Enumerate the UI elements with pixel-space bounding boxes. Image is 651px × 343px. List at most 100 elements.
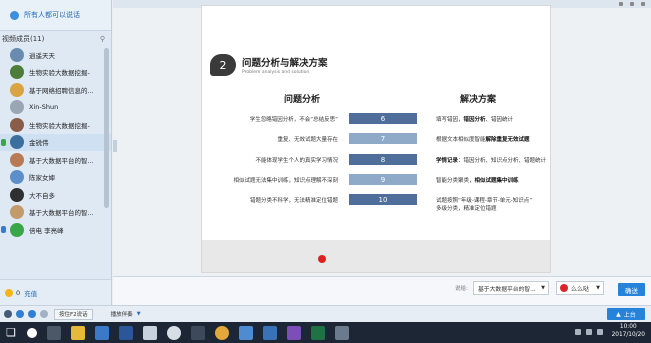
user-avatar[interactable] — [4, 310, 12, 318]
microphone-icon[interactable] — [16, 310, 24, 318]
yy-icon[interactable] — [191, 325, 205, 340]
file-explorer-icon[interactable] — [71, 325, 85, 340]
recharge-link[interactable]: 充值 — [24, 288, 37, 298]
member-item[interactable]: 基于大数据平台的智... — [0, 151, 111, 169]
member-name: 基于大数据平台的智... — [29, 156, 94, 165]
member-name: 生物实验大数据挖掘- — [29, 69, 90, 78]
maximize-icon[interactable] — [630, 2, 634, 6]
chat-target-label: 说给: — [455, 286, 468, 292]
avatar — [10, 47, 24, 62]
member-item[interactable]: 生物实验大数据挖掘- — [0, 116, 111, 134]
solution-text-pre: 智能分类聚类， — [436, 178, 475, 184]
push-to-talk-button[interactable]: 按住F2说话 — [54, 308, 93, 320]
excel-icon[interactable] — [311, 325, 325, 340]
slide-number-badge: 2 — [210, 54, 236, 76]
avatar — [10, 117, 24, 132]
member-name: 大不自多 — [29, 191, 55, 200]
windows-start-icon[interactable]: ❏ — [0, 322, 22, 343]
settings-icon[interactable] — [40, 310, 48, 318]
member-name: 倍电 李亮峰 — [29, 226, 64, 235]
send-button[interactable]: 确送 — [618, 283, 645, 296]
number-bar: 10 — [349, 194, 417, 205]
avatar — [10, 135, 24, 150]
number-bar: 9 — [349, 174, 417, 185]
speaking-icon — [1, 226, 6, 234]
solution-text-post: 、错因统计 — [485, 117, 514, 123]
terminal-icon[interactable] — [335, 325, 349, 340]
solution-text-bold: 解除重复无效试题 — [485, 137, 530, 143]
solution-text-line2: 多级分类，精准定位错题 — [436, 206, 497, 212]
member-list-scrollbar[interactable] — [104, 48, 109, 208]
go-on-stage-button[interactable]: ▲ 上台 — [607, 308, 645, 320]
number-bar: 7 — [349, 133, 417, 144]
avatar — [10, 205, 24, 220]
slide-title: 问题分析与解决方案 — [242, 58, 328, 69]
folder-icon[interactable] — [95, 325, 109, 340]
solution-text: 根据文本相似度智能解除重复无效试题 — [436, 135, 530, 143]
close-icon[interactable] — [641, 2, 645, 6]
slide-subtitle: Problem analysis and solution — [242, 70, 310, 75]
clock-date: 2017/10/20 — [611, 332, 645, 338]
solution-text: 学情记录：错因分析、知识点分析、错题统计 — [436, 156, 546, 164]
solution-text: 试题按照“年级-课程-章节-单元-知识点” 多级分类，精准定位错题 — [436, 196, 532, 212]
search-icon[interactable]: ⚲ — [100, 35, 105, 43]
solution-text-pre: 填写错因， — [436, 117, 464, 123]
problem-text: 重复、无效试题大量存在 — [277, 137, 338, 143]
speaking-notice: 所有人都可以说话 — [0, 0, 111, 30]
member-item[interactable]: 陈家女婶 — [0, 169, 111, 187]
minimize-icon[interactable] — [619, 2, 623, 6]
gift-button[interactable]: 么么哒 ▼ — [556, 281, 604, 295]
speaker-mode-icon — [10, 10, 19, 20]
solution-text-bold: 学情记录 — [436, 158, 459, 164]
member-item[interactable]: 基于大数据平台的智... — [0, 204, 111, 222]
documents-icon[interactable] — [143, 325, 157, 340]
member-item[interactable]: 倍电 李亮峰 — [0, 221, 111, 239]
editor-icon[interactable] — [263, 325, 277, 340]
member-name: 生物实验大数据挖掘- — [29, 121, 90, 130]
volume-icon[interactable] — [597, 329, 603, 335]
avatar — [10, 170, 24, 185]
member-item[interactable]: 金锐伟 — [0, 133, 111, 151]
members-title: 视频成员(11) — [2, 34, 45, 43]
coin-bar: 0 充值 — [0, 279, 111, 305]
word-icon[interactable] — [119, 325, 133, 340]
task-view-icon[interactable] — [47, 325, 61, 340]
flower-icon — [560, 284, 568, 292]
number-bar: 8 — [349, 154, 417, 165]
solution-text: 智能分类聚类，相似试题集中训练 — [436, 176, 519, 184]
speaker-icon[interactable] — [28, 310, 36, 318]
member-item[interactable]: 大不自多 — [0, 186, 111, 204]
main-area: 2 问题分析与解决方案 Problem analysis and solutio… — [113, 0, 651, 305]
python-icon[interactable] — [239, 325, 253, 340]
chevron-down-icon: ▼ — [596, 285, 600, 291]
network-icon[interactable] — [586, 329, 592, 335]
avatar — [10, 222, 24, 237]
avatar — [10, 100, 24, 115]
panel-collapse-handle[interactable] — [113, 140, 117, 152]
clock[interactable]: 10:00 2017/10/20 — [612, 323, 645, 339]
app-icon[interactable] — [167, 325, 181, 340]
chat-target-select[interactable]: 基于大数据平台的智... ▼ — [473, 281, 549, 295]
member-item[interactable]: Xin-Shun — [0, 99, 111, 117]
problem-heading: 问题分析 — [284, 95, 321, 105]
media-icon[interactable] — [287, 325, 301, 340]
member-item[interactable]: 基于网络招聘信息的... — [0, 81, 111, 99]
member-item[interactable]: 逍遥天天 — [0, 46, 111, 64]
chevron-down-icon[interactable]: ▼ — [137, 311, 141, 317]
presentation-slide: 2 问题分析与解决方案 Problem analysis and solutio… — [201, 5, 551, 273]
members-header: 视频成员(11) ⚲ — [0, 31, 111, 46]
member-item[interactable]: 生物实验大数据挖掘- — [0, 64, 111, 82]
member-list: 逍遥天天生物实验大数据挖掘- 基于网络招聘信息的... Xin-Shun 生物实验大数… — [0, 46, 111, 239]
search-icon[interactable] — [27, 327, 37, 338]
solution-text: 填写错因，错因分析、错因统计 — [436, 115, 513, 123]
problem-text: 错题分类不科学，无法精准定位错题 — [249, 198, 338, 204]
member-name: 金锐伟 — [29, 139, 49, 148]
system-tray — [575, 329, 603, 335]
member-name: 基于网络招聘信息的... — [29, 86, 94, 95]
windows-taskbar: ❏ 10:00 2017/10/20 — [0, 322, 651, 343]
chrome-icon[interactable] — [215, 325, 229, 340]
problem-text: 学生忽略错因分析，不会“总结反思” — [249, 117, 338, 123]
member-panel: 所有人都可以说话 视频成员(11) ⚲ 逍遥天天生物实验大数据挖掘- 基于网络招聘… — [0, 0, 112, 305]
chevron-up-icon[interactable] — [575, 329, 581, 335]
accompaniment-label[interactable]: 播放伴奏 — [111, 310, 133, 318]
